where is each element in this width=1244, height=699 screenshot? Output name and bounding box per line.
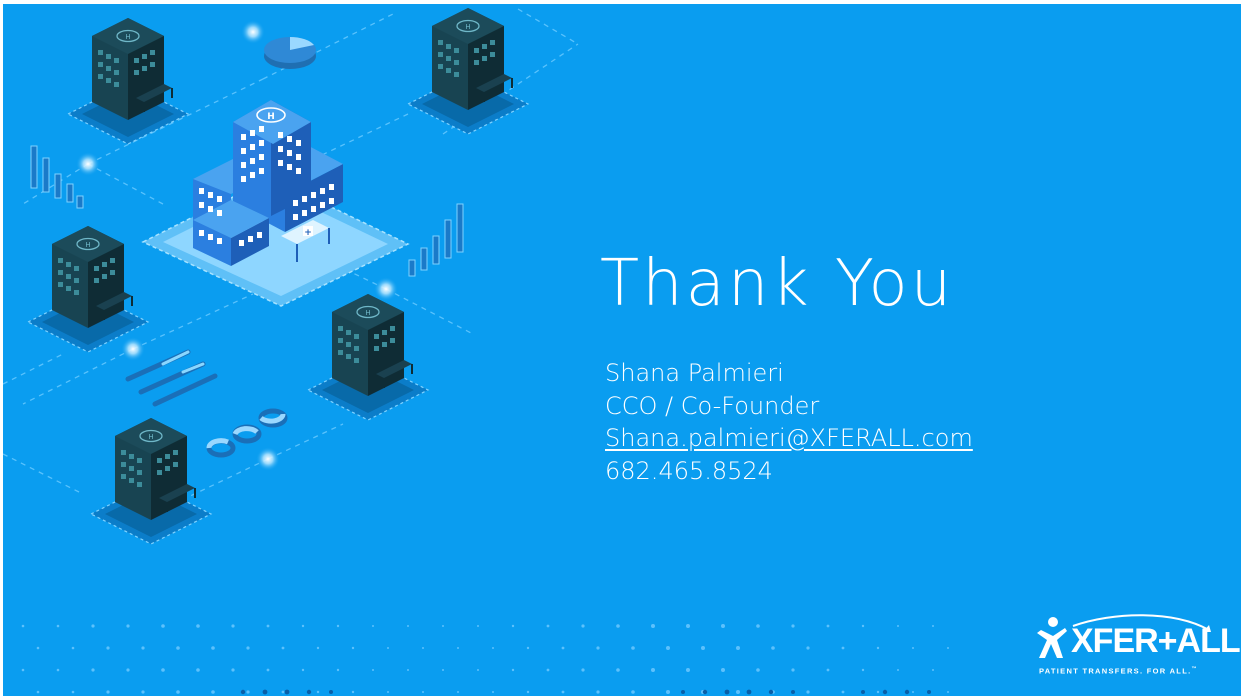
slide: H + Thank You Shana Palmieri CCO / Co-Fo… (3, 4, 1241, 696)
hospital-network-illustration: H + (3, 7, 579, 545)
xferall-logo: XFER+ALL PATIENT TRANSFERS. FOR ALL.™ (1033, 612, 1241, 684)
logo-trademark: ™ (1191, 666, 1198, 672)
svg-text:H: H (267, 112, 275, 122)
contact-info: Shana Palmieri CCO / Co-Founder Shana.pa… (605, 357, 973, 487)
contact-email-link[interactable]: Shana.palmieri@XFERALL.com (605, 424, 973, 452)
logo-wordmark: XFER+ALL (1071, 622, 1241, 660)
contact-phone: 682.465.8524 (605, 456, 773, 485)
thank-you-title: Thank You (600, 247, 955, 321)
logo-tagline: PATIENT TRANSFERS. FOR ALL. (1039, 666, 1192, 676)
contact-name: Shana Palmieri (605, 359, 784, 387)
svg-text:+: + (304, 228, 312, 238)
contact-role: CCO / Co-Founder (605, 391, 820, 420)
